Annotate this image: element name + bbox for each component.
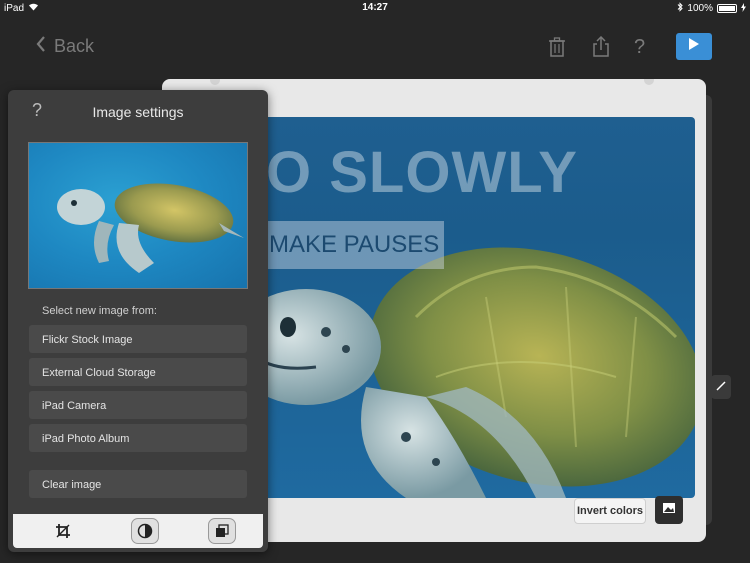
status-bar: iPad 14:27 100% xyxy=(0,0,750,16)
back-button[interactable]: Back xyxy=(36,36,94,57)
option-ipad-camera[interactable]: iPad Camera xyxy=(29,391,247,419)
chevron-left-icon xyxy=(36,36,46,57)
charging-icon xyxy=(741,2,746,15)
image-settings-panel: ? Image settings Select new image from: … xyxy=(8,90,268,552)
battery-icon xyxy=(717,4,737,13)
invert-colors-button[interactable]: Invert colors xyxy=(574,498,646,524)
turtle-thumbnail xyxy=(57,183,244,273)
image-preview xyxy=(28,142,248,289)
select-source-label: Select new image from: xyxy=(42,305,157,317)
crop-icon[interactable] xyxy=(49,518,77,544)
trash-icon[interactable] xyxy=(547,36,569,58)
clear-image-button[interactable]: Clear image xyxy=(29,470,247,498)
option-flickr-stock-image[interactable]: Flickr Stock Image xyxy=(29,325,247,353)
share-icon[interactable] xyxy=(591,35,613,58)
battery-percent: 100% xyxy=(687,3,713,14)
option-ipad-photo-album[interactable]: iPad Photo Album xyxy=(29,424,247,452)
contrast-icon[interactable] xyxy=(131,518,159,544)
image-icon xyxy=(662,501,676,519)
status-time: 14:27 xyxy=(362,2,388,13)
bluetooth-icon xyxy=(677,2,684,15)
pen-icon xyxy=(716,378,726,396)
back-label: Back xyxy=(54,36,95,56)
help-icon[interactable]: ? xyxy=(634,36,656,58)
panel-header: ? Image settings xyxy=(8,90,268,132)
play-icon xyxy=(688,37,700,56)
slide-image[interactable]: O SLOWLY MAKE PAUSES xyxy=(236,117,695,498)
panel-title: Image settings xyxy=(92,104,184,120)
top-toolbar: Back ? xyxy=(0,28,750,68)
layers-icon[interactable] xyxy=(208,518,236,544)
option-external-cloud-storage[interactable]: External Cloud Storage xyxy=(29,358,247,386)
slide-headline: O SLOWLY xyxy=(266,140,578,205)
play-button[interactable] xyxy=(676,33,712,60)
image-settings-button[interactable] xyxy=(655,496,683,524)
edit-pen-button[interactable] xyxy=(711,375,731,399)
panel-toolbar xyxy=(13,514,263,548)
